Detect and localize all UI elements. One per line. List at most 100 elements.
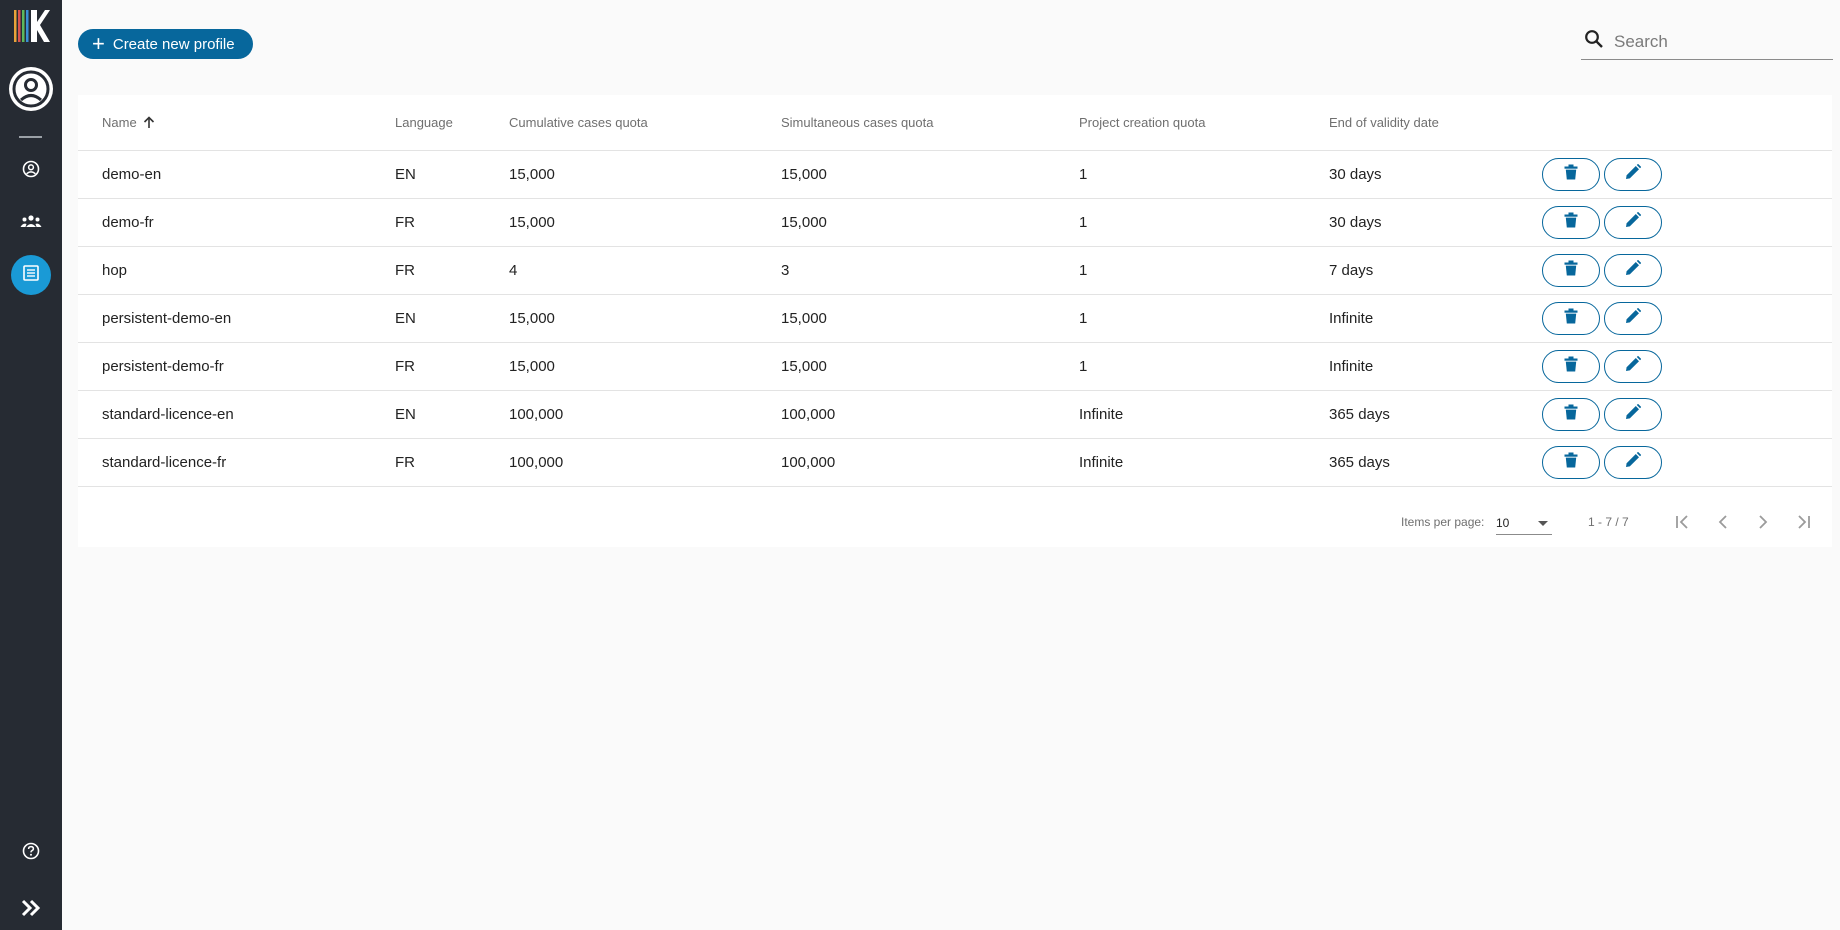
cell-end-date: 365 days — [1329, 406, 1390, 423]
cell-language: FR — [395, 262, 415, 279]
column-header-language[interactable]: Language — [395, 115, 453, 130]
sidebar-item-profile[interactable] — [11, 151, 51, 191]
cell-simultaneous-quota: 3 — [781, 262, 790, 279]
table-row[interactable]: standard-licence-fr FR 100,000 100,000 Infin… — [78, 439, 1832, 487]
cell-name: demo-en — [102, 166, 162, 183]
user-circle-icon[interactable] — [8, 66, 54, 112]
cell-language: EN — [395, 406, 416, 423]
cell-language: FR — [395, 358, 415, 375]
table-row[interactable]: persistent-demo-en EN 15,000 15,000 1 Infinit… — [78, 295, 1832, 343]
column-header-name[interactable]: Name — [102, 115, 155, 132]
cell-cumulative-quota: 15,000 — [509, 214, 555, 231]
cell-project-quota: 1 — [1079, 166, 1088, 183]
edit-button[interactable] — [1604, 398, 1662, 431]
cell-cumulative-quota: 100,000 — [509, 454, 564, 471]
help-button[interactable] — [11, 833, 51, 873]
cell-project-quota: Infinite — [1079, 406, 1124, 423]
cell-simultaneous-quota: 100,000 — [781, 454, 836, 471]
table-row[interactable]: persistent-demo-fr FR 15,000 15,000 1 Infinit… — [78, 343, 1832, 391]
search-input[interactable] — [1614, 31, 1824, 52]
expand-sidebar-button[interactable] — [11, 890, 51, 930]
items-per-page-label: Items per page: — [1401, 515, 1485, 529]
cell-cumulative-quota: 100,000 — [509, 406, 564, 423]
items-per-page-select[interactable]: 10 — [1496, 509, 1552, 535]
previous-page-button[interactable] — [1708, 509, 1738, 539]
cell-simultaneous-quota: 15,000 — [781, 310, 827, 327]
trash-icon — [1564, 212, 1578, 233]
cell-cumulative-quota: 4 — [509, 262, 518, 279]
cell-end-date: 7 days — [1329, 262, 1374, 279]
dropdown-caret-icon — [1538, 521, 1548, 526]
table-row[interactable]: demo-fr FR 15,000 15,000 1 30 days — [78, 199, 1832, 247]
pencil-icon — [1625, 403, 1642, 425]
search-field[interactable] — [1581, 24, 1833, 60]
cell-project-quota: 1 — [1079, 262, 1088, 279]
cell-simultaneous-quota: 100,000 — [781, 406, 836, 423]
edit-button[interactable] — [1604, 446, 1662, 479]
edit-button[interactable] — [1604, 302, 1662, 335]
column-header-end-date[interactable]: End of validity date — [1329, 115, 1439, 130]
table-header: Name Language Cumulative cases quota Sim… — [78, 95, 1832, 151]
cell-project-quota: Infinite — [1079, 454, 1124, 471]
cell-end-date: 30 days — [1329, 166, 1382, 183]
table-row[interactable]: demo-en EN 15,000 15,000 1 30 days — [78, 151, 1832, 199]
cell-end-date: 30 days — [1329, 214, 1382, 231]
groups-icon — [20, 214, 42, 233]
chevron-left-icon — [1717, 514, 1729, 535]
k-logo-icon[interactable] — [12, 8, 50, 44]
first-page-button[interactable] — [1668, 509, 1698, 539]
column-header-simultaneous-quota[interactable]: Simultaneous cases quota — [781, 115, 933, 130]
cell-cumulative-quota: 15,000 — [509, 310, 555, 327]
edit-button[interactable] — [1604, 206, 1662, 239]
profiles-table: Name Language Cumulative cases quota Sim… — [78, 95, 1832, 547]
page-range-label: 1 - 7 / 7 — [1588, 515, 1629, 529]
delete-button[interactable] — [1542, 350, 1600, 383]
cell-language: EN — [395, 166, 416, 183]
cell-simultaneous-quota: 15,000 — [781, 214, 827, 231]
paginator: Items per page: 10 1 - 7 / 7 — [78, 501, 1832, 547]
pencil-icon — [1625, 211, 1642, 233]
trash-icon — [1564, 164, 1578, 185]
cell-language: FR — [395, 454, 415, 471]
cell-end-date: Infinite — [1329, 310, 1374, 327]
cell-simultaneous-quota: 15,000 — [781, 358, 827, 375]
list-icon — [22, 264, 40, 287]
last-page-button[interactable] — [1788, 509, 1818, 539]
edit-button[interactable] — [1604, 254, 1662, 287]
pencil-icon — [1625, 355, 1642, 377]
table-row[interactable]: standard-licence-en EN 100,000 100,000 Infin… — [78, 391, 1832, 439]
edit-button[interactable] — [1604, 158, 1662, 191]
next-page-button[interactable] — [1748, 509, 1778, 539]
cell-project-quota: 1 — [1079, 310, 1088, 327]
column-header-cumulative-quota[interactable]: Cumulative cases quota — [509, 115, 648, 130]
delete-button[interactable] — [1542, 446, 1600, 479]
column-header-project-quota[interactable]: Project creation quota — [1079, 115, 1205, 130]
column-header-name-label: Name — [102, 115, 137, 130]
pencil-icon — [1625, 259, 1642, 281]
pencil-icon — [1625, 451, 1642, 473]
delete-button[interactable] — [1542, 254, 1600, 287]
sidebar-item-licences[interactable] — [11, 255, 51, 295]
delete-button[interactable] — [1542, 398, 1600, 431]
cell-project-quota: 1 — [1079, 214, 1088, 231]
trash-icon — [1564, 356, 1578, 377]
chevron-right-icon — [1757, 514, 1769, 535]
cell-name: persistent-demo-en — [102, 310, 232, 327]
sort-arrow-up-icon — [143, 116, 155, 132]
trash-icon — [1564, 260, 1578, 281]
pencil-icon — [1625, 307, 1642, 329]
first-page-icon — [1674, 514, 1692, 535]
delete-button[interactable] — [1542, 302, 1600, 335]
pencil-icon — [1625, 163, 1642, 185]
sidebar-item-groups[interactable] — [11, 203, 51, 243]
cell-language: FR — [395, 214, 415, 231]
create-profile-label: Create new profile — [112, 35, 235, 53]
delete-button[interactable] — [1542, 206, 1600, 239]
cell-name: demo-fr — [102, 214, 154, 231]
table-row[interactable]: hop FR 4 3 1 7 days — [78, 247, 1832, 295]
plus-icon: + — [92, 31, 105, 56]
account-circle-icon — [22, 160, 40, 183]
create-profile-button[interactable]: + Create new profile — [78, 29, 253, 59]
edit-button[interactable] — [1604, 350, 1662, 383]
delete-button[interactable] — [1542, 158, 1600, 191]
